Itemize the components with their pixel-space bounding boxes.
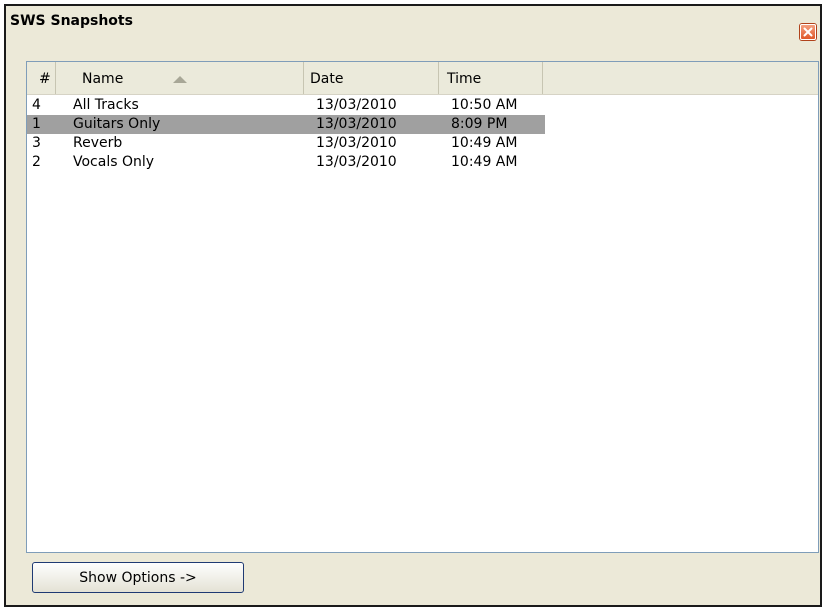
row-time: 10:49 AM: [451, 154, 518, 170]
row-number: 3: [32, 135, 41, 151]
table-row[interactable]: 4 All Tracks 13/03/2010 10:50 AM: [27, 96, 545, 115]
column-header-number[interactable]: #: [27, 62, 56, 94]
row-name: Vocals Only: [73, 154, 155, 170]
row-date: 13/03/2010: [316, 97, 397, 113]
column-label-date: Date: [310, 71, 344, 87]
row-name: Guitars Only: [73, 116, 161, 132]
table-row[interactable]: 2 Vocals Only 13/03/2010 10:49 AM: [27, 153, 545, 172]
close-icon: [803, 27, 813, 37]
show-options-button[interactable]: Show Options ->: [32, 562, 244, 593]
row-name: Reverb: [73, 135, 123, 151]
table-row[interactable]: 1 Guitars Only 13/03/2010 8:09 PM: [27, 115, 545, 134]
close-button[interactable]: [800, 24, 816, 40]
sort-ascending-icon: [173, 76, 187, 83]
snapshots-list[interactable]: # Name Date Time 4 All Tracks 13/03/2010…: [26, 61, 819, 553]
row-time: 10:50 AM: [451, 97, 518, 113]
column-label-number: #: [39, 71, 51, 87]
row-date: 13/03/2010: [316, 135, 397, 151]
row-date: 13/03/2010: [316, 116, 397, 132]
row-time: 8:09 PM: [451, 116, 508, 132]
sws-snapshots-window: SWS Snapshots # Name Date Time 4 All Tra…: [4, 4, 822, 607]
row-date: 13/03/2010: [316, 154, 397, 170]
row-name: All Tracks: [73, 97, 139, 113]
list-header: # Name Date Time: [27, 62, 818, 95]
row-number: 4: [32, 97, 41, 113]
row-time: 10:49 AM: [451, 135, 518, 151]
row-number: 2: [32, 154, 41, 170]
table-row[interactable]: 3 Reverb 13/03/2010 10:49 AM: [27, 134, 545, 153]
window-title: SWS Snapshots: [10, 13, 133, 29]
column-label-time: Time: [447, 71, 482, 87]
column-label-name: Name: [82, 71, 124, 87]
title-bar[interactable]: SWS Snapshots: [6, 6, 820, 36]
list-body: 4 All Tracks 13/03/2010 10:50 AM 1 Guita…: [27, 94, 818, 552]
row-number: 1: [32, 116, 41, 132]
column-header-time[interactable]: Time: [439, 62, 543, 94]
column-header-name[interactable]: Name: [56, 62, 304, 94]
column-header-date[interactable]: Date: [304, 62, 439, 94]
